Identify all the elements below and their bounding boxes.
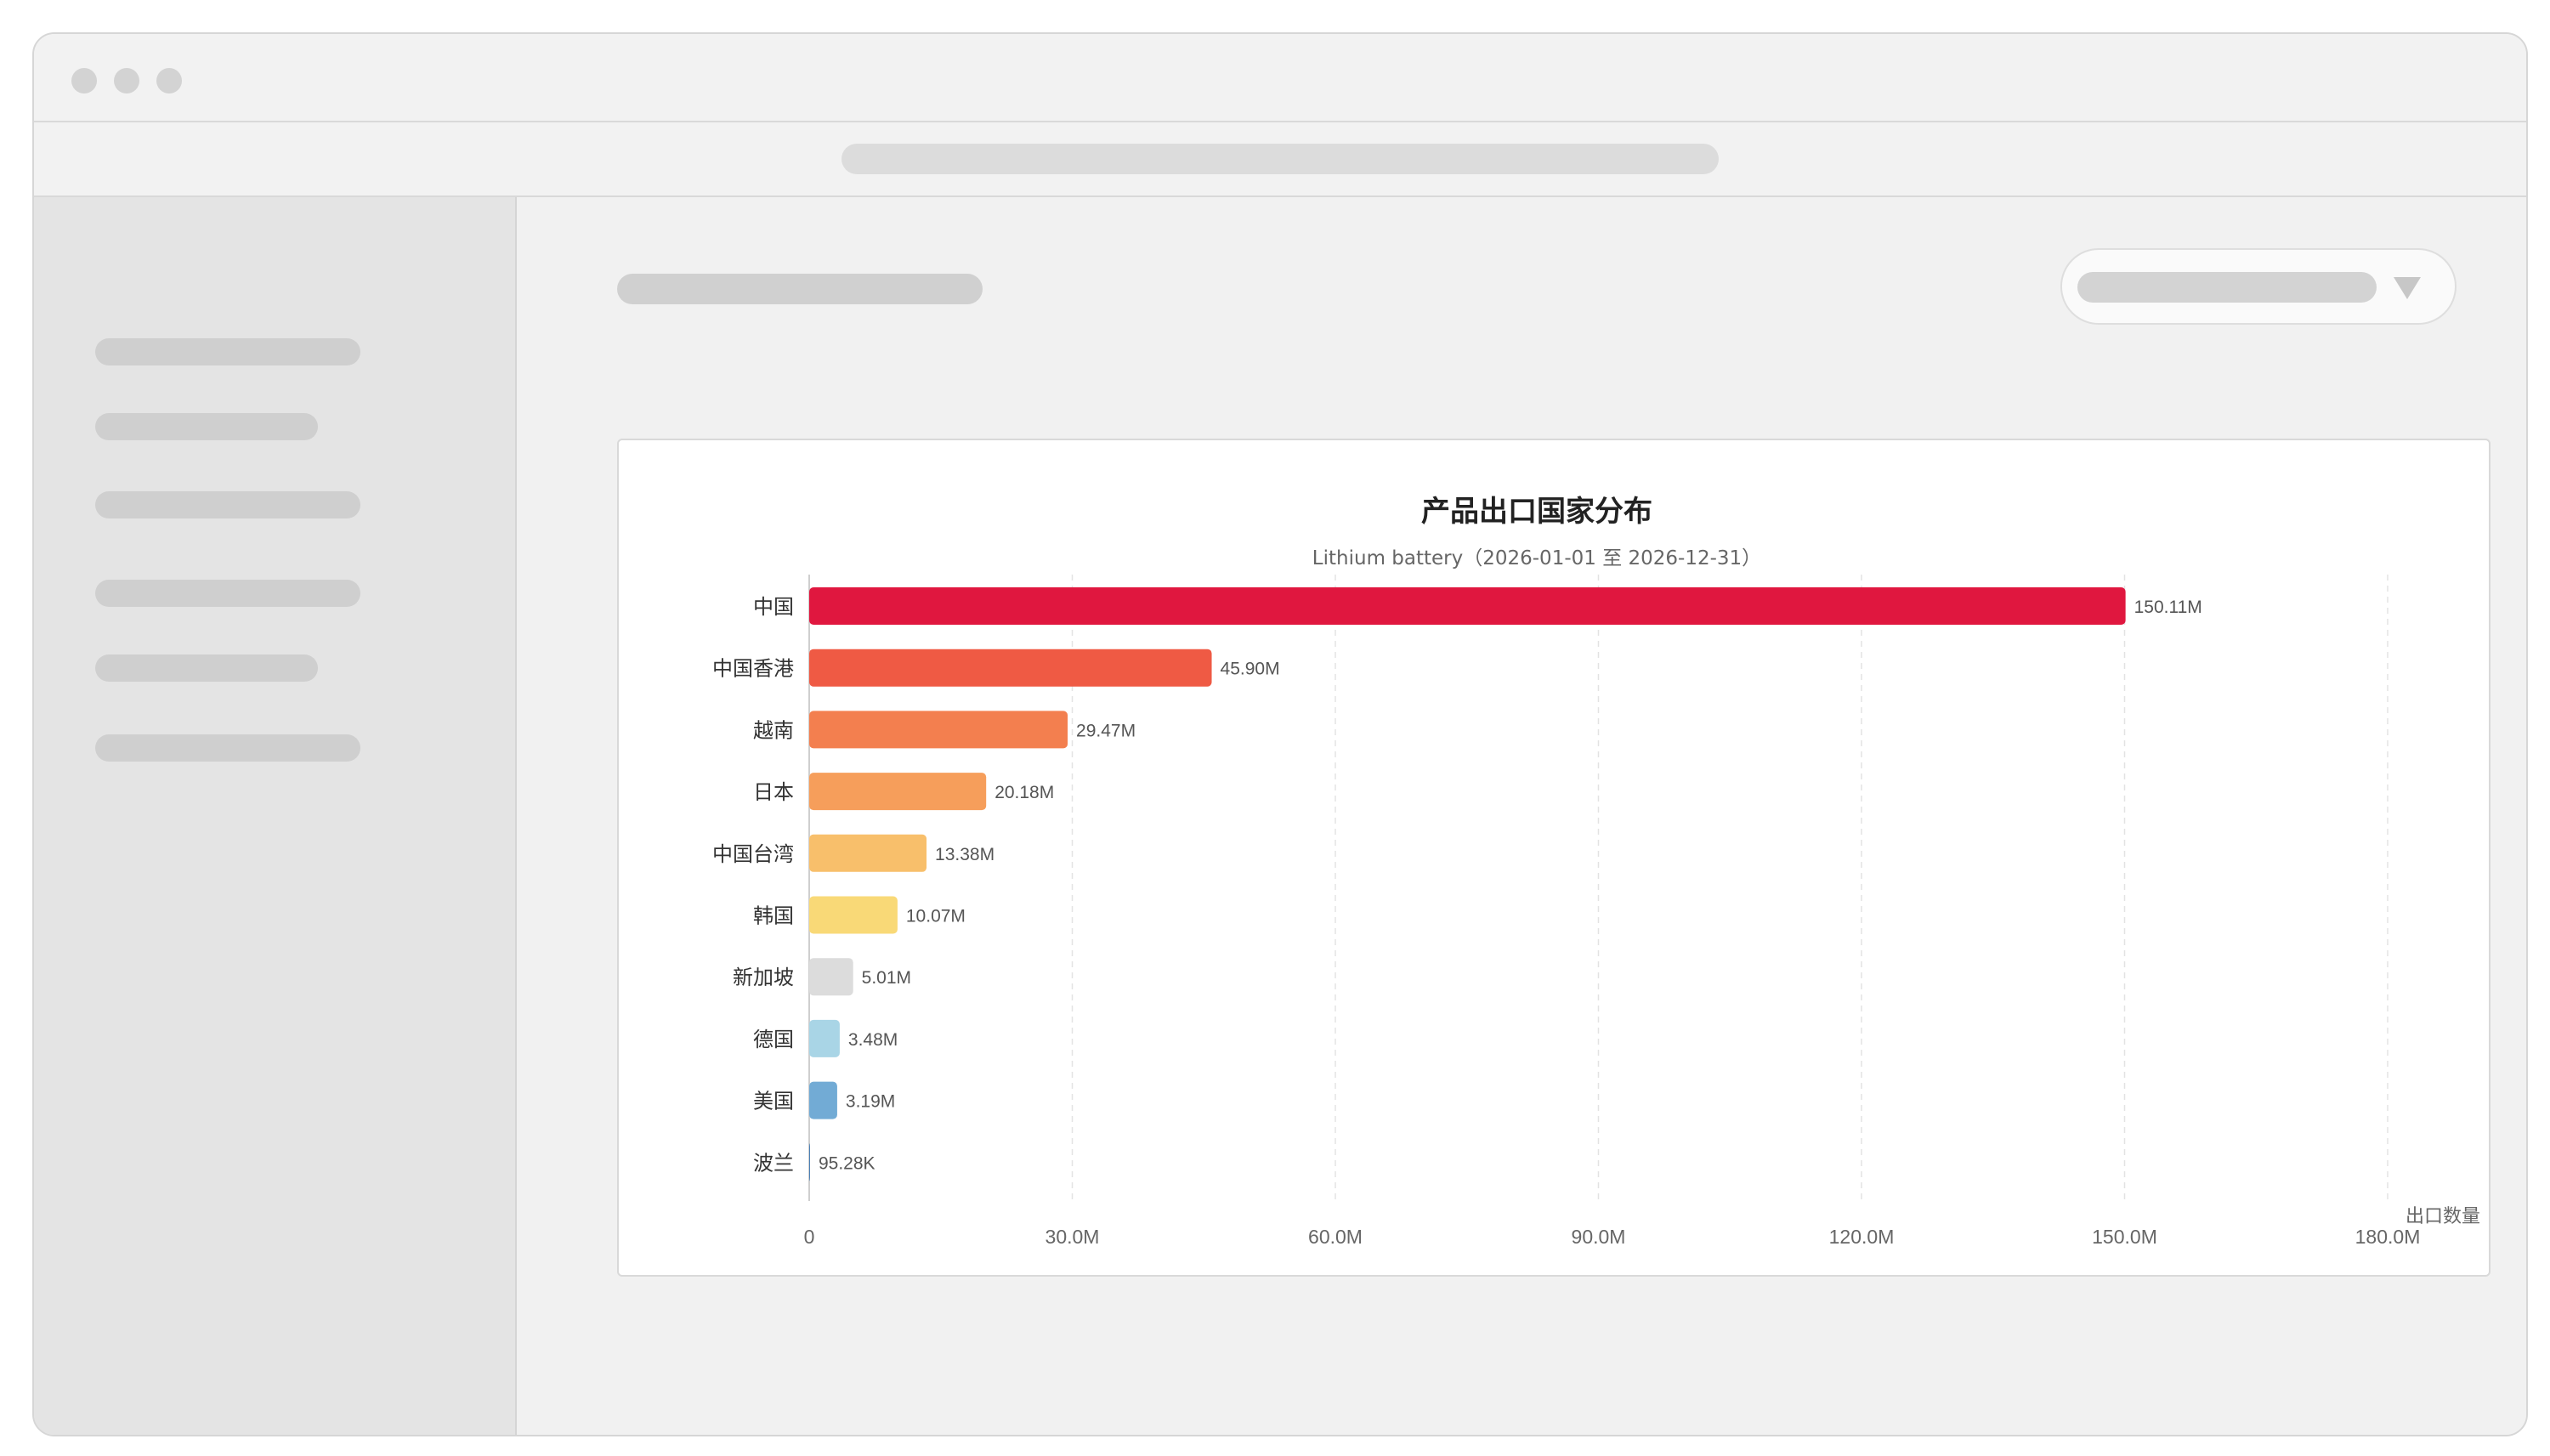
value-label: 20.18M <box>994 783 1054 802</box>
bar <box>809 1143 810 1181</box>
chart-card: 产品出口国家分布 Lithium battery（2026-01-01 至 20… <box>617 439 2490 1277</box>
bar <box>809 649 1212 687</box>
x-tick-label: 0 <box>804 1226 815 1248</box>
value-label: 150.11M <box>2134 598 2202 617</box>
category-label: 中国香港 <box>712 657 794 681</box>
bar <box>809 587 2126 625</box>
x-tick-label: 120.0M <box>1829 1226 1895 1248</box>
x-axis-label: 出口数量 <box>2406 1206 2480 1227</box>
sidebar-item-placeholder[interactable] <box>95 338 360 365</box>
chart-subtitle: Lithium battery（2026-01-01 至 2026-12-31） <box>1312 547 1761 569</box>
bar <box>809 711 1068 749</box>
chevron-down-icon <box>2394 277 2421 299</box>
bar <box>809 834 927 872</box>
sidebar-item-placeholder[interactable] <box>95 734 360 762</box>
value-label: 5.01M <box>862 968 911 988</box>
x-tick-label: 150.0M <box>2092 1226 2157 1248</box>
category-label: 中国 <box>753 595 794 619</box>
sidebar-item-placeholder[interactable] <box>95 580 360 607</box>
value-label: 3.19M <box>846 1092 895 1112</box>
value-label: 3.48M <box>848 1030 898 1050</box>
page-title-placeholder <box>617 274 983 304</box>
value-label: 10.07M <box>906 907 966 926</box>
category-label: 波兰 <box>753 1151 794 1175</box>
main-content: 产品出口国家分布 Lithium battery（2026-01-01 至 20… <box>517 197 2526 1435</box>
bars: 中国 150.11M 中国香港 45.90M 越南 29.47M 日本 20.18M 中国台湾 1… <box>712 587 2202 1181</box>
category-label: 日本 <box>753 780 794 804</box>
x-axis-ticks: 0 30.0M 60.0M 90.0M 120.0M 150.0M 180.0M <box>804 1226 2421 1248</box>
maximize-window-dot[interactable] <box>156 68 182 93</box>
x-tick-label: 60.0M <box>1308 1226 1363 1248</box>
minimize-window-dot[interactable] <box>114 68 139 93</box>
category-label: 中国台湾 <box>712 842 794 866</box>
x-tick-label: 180.0M <box>2355 1226 2421 1248</box>
x-tick-label: 90.0M <box>1572 1226 1626 1248</box>
address-bar-row <box>34 122 2526 197</box>
category-label: 美国 <box>753 1090 794 1113</box>
sidebar-item-placeholder[interactable] <box>95 491 360 518</box>
chart-title: 产品出口国家分布 <box>1421 495 1652 529</box>
category-label: 越南 <box>753 718 794 742</box>
address-bar[interactable] <box>842 144 1719 174</box>
value-label: 95.28K <box>819 1153 876 1173</box>
bar <box>809 958 853 996</box>
sidebar-item-placeholder[interactable] <box>95 654 318 682</box>
bar <box>809 1081 837 1119</box>
filter-dropdown[interactable] <box>2060 248 2456 325</box>
close-window-dot[interactable] <box>71 68 97 93</box>
dropdown-value-placeholder <box>2077 272 2377 303</box>
value-label: 13.38M <box>935 845 994 864</box>
value-label: 29.47M <box>1076 721 1136 740</box>
bar <box>809 896 898 934</box>
bar <box>809 1019 840 1057</box>
sidebar <box>34 197 517 1435</box>
sidebar-item-placeholder[interactable] <box>95 413 318 440</box>
category-label: 韩国 <box>753 904 794 928</box>
title-bar <box>34 34 2526 122</box>
category-label: 新加坡 <box>733 966 794 989</box>
x-tick-label: 30.0M <box>1046 1226 1100 1248</box>
bar-chart: 产品出口国家分布 Lithium battery（2026-01-01 至 20… <box>712 495 2480 1248</box>
bar <box>809 773 987 811</box>
value-label: 45.90M <box>1221 660 1280 679</box>
category-label: 德国 <box>753 1028 794 1051</box>
browser-window: 产品出口国家分布 Lithium battery（2026-01-01 至 20… <box>32 32 2528 1436</box>
